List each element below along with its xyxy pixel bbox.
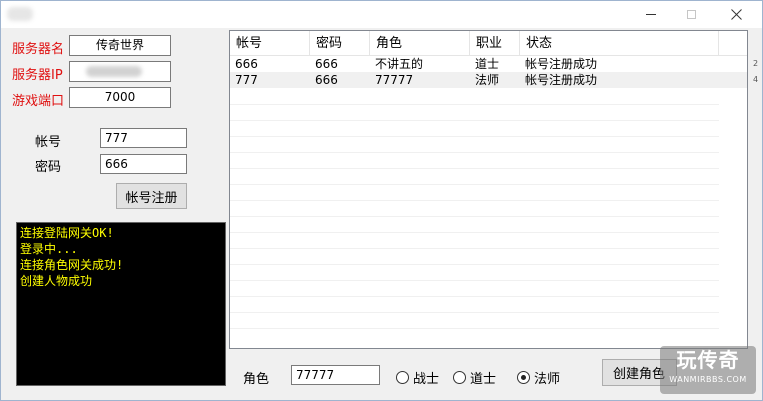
close-button[interactable]	[716, 1, 756, 28]
grid-line	[230, 264, 719, 265]
cell-password: 666	[315, 57, 338, 71]
class-option-taoist[interactable]: 道士	[453, 368, 497, 387]
cell-password: 666	[315, 73, 338, 87]
role-label: 角色	[243, 372, 270, 387]
grid-line	[230, 280, 719, 281]
server-name-field[interactable]: 传奇世界	[69, 35, 171, 56]
log-line: 连接登陆网关OK!	[20, 226, 114, 240]
title-bar[interactable]	[1, 1, 762, 28]
cell-account: 666	[235, 57, 258, 71]
edge-mark: 4	[753, 75, 759, 84]
cell-status: 帐号注册成功	[525, 73, 598, 87]
class-option-label: 法师	[534, 371, 561, 387]
grid-line	[230, 312, 719, 313]
password-field[interactable]: 666	[100, 154, 187, 174]
column-header-class[interactable]: 职业	[470, 31, 520, 56]
log-line: 连接角色网关成功!	[20, 258, 124, 272]
table-row[interactable]: 777 666 77777 法师 帐号注册成功	[230, 72, 747, 88]
cell-account: 777	[235, 73, 258, 87]
close-icon	[730, 9, 742, 20]
radio-button-selected-icon[interactable]	[517, 370, 530, 384]
accounts-table[interactable]: 帐号 密码 角色 职业 状态 666 666 不讲五的 道士 帐号注册成功 77…	[229, 30, 748, 349]
watermark-url: WANMIRBBS.COM	[669, 375, 747, 384]
class-option-label: 道士	[470, 371, 497, 387]
server-name-label: 服务器名	[12, 42, 65, 57]
grid-line	[230, 232, 719, 233]
minimize-button[interactable]	[631, 1, 671, 28]
server-ip-label: 服务器IP	[12, 68, 63, 83]
account-label: 帐号	[35, 135, 62, 150]
grid-line	[230, 104, 719, 105]
grid-line	[230, 120, 719, 121]
grid-line	[230, 296, 719, 297]
cell-class: 法师	[475, 73, 500, 87]
grid-line	[230, 152, 719, 153]
grid-line	[230, 216, 719, 217]
window-icon	[7, 7, 33, 21]
grid-line	[230, 248, 719, 249]
grid-line	[230, 184, 719, 185]
radio-button-icon[interactable]	[396, 370, 409, 384]
app-window: 服务器名 传奇世界 服务器IP 游戏端口 7000 帐号 777 密码 666 …	[0, 0, 763, 401]
cell-class: 道士	[475, 57, 500, 71]
redacted-ip	[86, 66, 142, 77]
grid-line	[230, 168, 719, 169]
column-header-status[interactable]: 状态	[520, 31, 719, 56]
game-port-field[interactable]: 7000	[69, 87, 171, 108]
password-label: 密码	[35, 160, 62, 175]
minimize-icon	[646, 14, 656, 15]
cell-role: 77777	[375, 73, 414, 87]
radio-button-icon[interactable]	[453, 370, 466, 384]
edge-mark: 2	[753, 59, 759, 68]
account-field[interactable]: 777	[100, 128, 187, 148]
column-header-role[interactable]: 角色	[370, 31, 470, 56]
log-line: 创建人物成功	[20, 274, 93, 288]
site-watermark: 玩传奇 WANMIRBBS.COM	[660, 346, 756, 394]
maximize-icon	[686, 10, 696, 19]
role-name-field[interactable]: 77777	[291, 365, 380, 385]
register-account-button[interactable]: 帐号注册	[116, 183, 187, 209]
class-option-warrior[interactable]: 战士	[396, 368, 440, 387]
maximize-button[interactable]	[671, 1, 711, 28]
grid-line	[230, 200, 719, 201]
grid-line	[230, 136, 719, 137]
watermark-logo-text: 玩传奇	[676, 348, 740, 372]
column-header-password[interactable]: 密码	[310, 31, 370, 56]
class-option-label: 战士	[413, 371, 440, 387]
column-header-account[interactable]: 帐号	[230, 31, 310, 56]
cell-role: 不讲五的	[375, 57, 424, 71]
log-line: 登录中...	[20, 242, 78, 256]
class-option-mage[interactable]: 法师	[517, 368, 561, 387]
grid-line	[230, 328, 719, 329]
log-console: 连接登陆网关OK! 登录中... 连接角色网关成功! 创建人物成功	[16, 222, 226, 386]
server-ip-field[interactable]	[69, 61, 171, 82]
cell-status: 帐号注册成功	[525, 57, 598, 71]
table-header: 帐号 密码 角色 职业 状态	[230, 31, 747, 56]
game-port-label: 游戏端口	[12, 94, 65, 109]
table-row[interactable]: 666 666 不讲五的 道士 帐号注册成功	[230, 56, 747, 72]
